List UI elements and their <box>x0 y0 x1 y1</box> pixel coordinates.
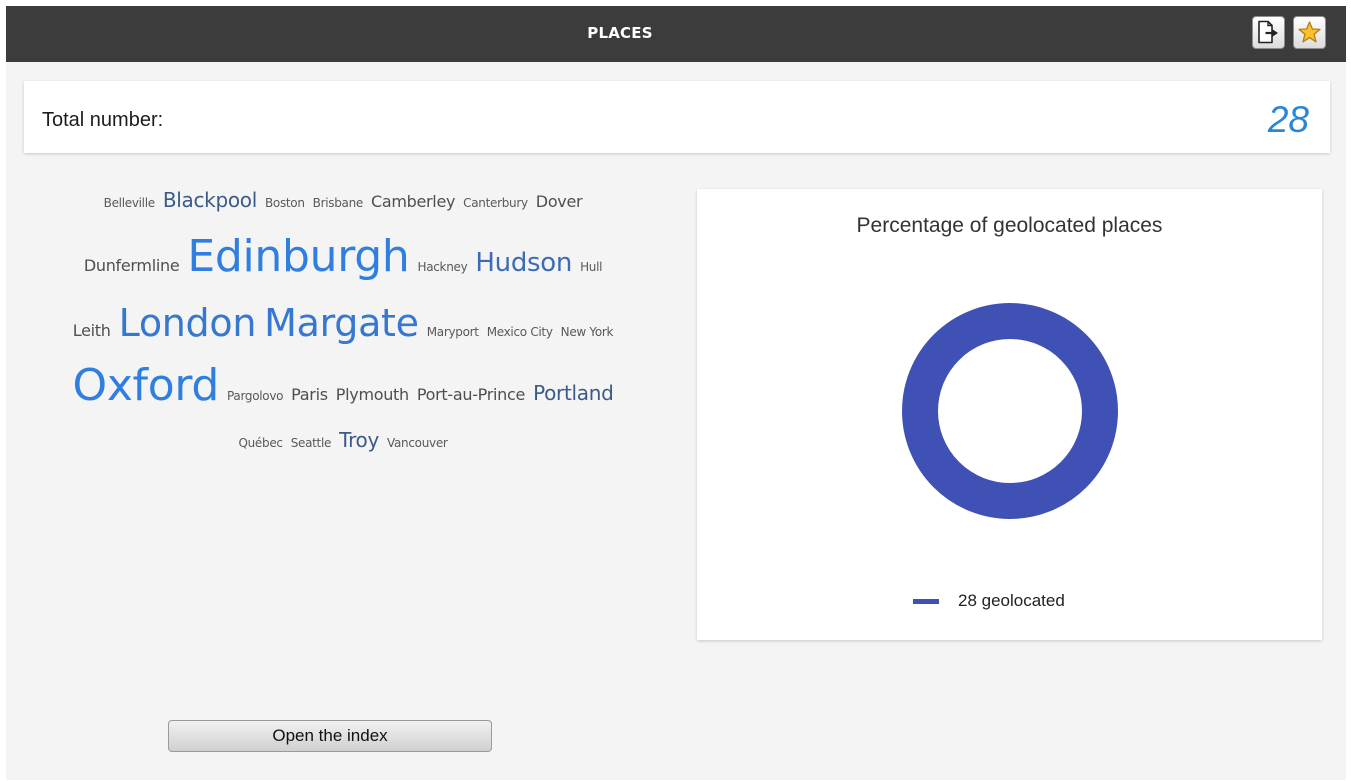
donut-chart <box>902 303 1118 519</box>
place-tag[interactable]: Leith <box>73 309 111 353</box>
place-tag[interactable]: Port-au-Prince <box>417 373 525 417</box>
total-number-card: Total number: 28 <box>24 81 1330 153</box>
place-tag[interactable]: Vancouver <box>387 421 448 465</box>
place-tag[interactable]: Paris <box>291 373 328 417</box>
place-tag[interactable]: Dunfermline <box>84 244 180 288</box>
place-tag[interactable]: New York <box>561 310 614 354</box>
place-tag[interactable]: Troy <box>339 418 379 462</box>
window-title: PLACES <box>587 24 653 42</box>
place-tag[interactable]: Blackpool <box>163 178 257 222</box>
place-tag[interactable]: Portland <box>533 371 614 415</box>
export-button[interactable] <box>1252 16 1285 49</box>
export-icon <box>1258 20 1278 44</box>
place-tag[interactable]: Belleville <box>104 181 155 225</box>
title-bar: PLACES <box>6 6 1346 62</box>
chart-legend-item[interactable]: 28 geolocated <box>913 589 1065 613</box>
place-tag[interactable]: Hudson <box>475 233 572 293</box>
open-index-button[interactable]: Open the index <box>168 720 492 752</box>
place-tag[interactable]: Margate <box>264 293 419 353</box>
place-tag[interactable]: Edinburgh <box>187 225 409 289</box>
place-tag[interactable]: Plymouth <box>336 373 409 417</box>
place-tag[interactable]: Dover <box>536 180 583 224</box>
place-tag[interactable]: Oxford <box>72 354 219 418</box>
star-icon <box>1298 21 1321 43</box>
place-tag[interactable]: Maryport <box>427 310 479 354</box>
place-tag[interactable]: Canterbury <box>463 181 528 225</box>
place-tag[interactable]: Boston <box>265 181 305 225</box>
place-word-cloud: Belleville Blackpool Boston Brisbane Camberl… <box>68 178 618 498</box>
legend-swatch <box>913 598 939 604</box>
place-tag[interactable]: Camberley <box>371 180 456 224</box>
geolocation-chart-card: Percentage of geolocated places 28 geolo… <box>697 189 1322 640</box>
total-number-value: 28 <box>1267 99 1309 140</box>
place-tag[interactable]: Brisbane <box>313 181 364 225</box>
legend-label: 28 geolocated <box>958 591 1065 610</box>
places-window: PLACES Total number: 28 Belleville Blackp… <box>6 6 1346 780</box>
place-tag[interactable]: Québec <box>238 421 283 465</box>
place-tag[interactable]: Seattle <box>291 421 332 465</box>
place-tag[interactable]: London <box>119 293 257 353</box>
total-number-label: Total number: <box>42 109 164 131</box>
favorite-button[interactable] <box>1293 16 1326 49</box>
place-tag[interactable]: Pargolovo <box>227 374 283 418</box>
donut-slice[interactable] <box>902 303 1118 519</box>
place-tag[interactable]: Hull <box>580 245 602 289</box>
place-tag[interactable]: Mexico City <box>487 310 553 354</box>
place-tag[interactable]: Hackney <box>417 245 467 289</box>
